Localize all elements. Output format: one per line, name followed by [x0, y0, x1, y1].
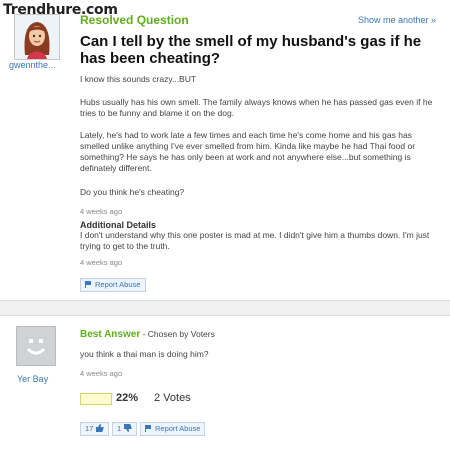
thumbs-up-icon — [96, 424, 105, 432]
report-abuse-label: Report Abuse — [155, 424, 201, 433]
vote-count: 2 Votes — [154, 392, 191, 404]
vote-bar — [80, 393, 112, 405]
thumbs-up-button[interactable]: 17 — [80, 422, 110, 436]
thumbs-down-icon — [124, 424, 132, 432]
question-paragraph: Hubs usually has his own smell. The fami… — [80, 97, 433, 118]
answer-text: you think a thai man is doing him? — [80, 349, 209, 359]
report-abuse-button[interactable]: Report Abuse — [80, 278, 147, 292]
chosen-by-voters: - Chosen by Voters — [140, 329, 215, 339]
asker-avatar-icon — [15, 15, 59, 59]
asker-avatar[interactable] — [14, 14, 60, 60]
additional-details-text: I don't understand why this one poster i… — [80, 230, 430, 251]
question-title: Can I tell by the smell of my husband's … — [80, 33, 422, 67]
additional-details-title: Additional Details — [80, 220, 157, 230]
thumbs-down-count: 1 — [117, 424, 122, 433]
section-divider — [0, 300, 450, 316]
show-me-another-link[interactable]: Show me another » — [358, 15, 436, 25]
additional-details-time: 4 weeks ago — [80, 258, 123, 267]
best-answer-label: Best Answer - Chosen by Voters — [80, 329, 215, 340]
thumbs-up-count: 17 — [85, 424, 94, 433]
report-abuse-button-answer[interactable]: Report Abuse — [140, 422, 206, 436]
report-abuse-label: Report Abuse — [95, 280, 141, 289]
asker-name[interactable]: gwennthe... — [9, 60, 56, 70]
default-avatar-icon — [17, 327, 55, 365]
answerer-avatar[interactable] — [16, 326, 56, 366]
answer-time: 4 weeks ago — [80, 369, 123, 378]
question-paragraph: I know this sounds crazy...BUT — [80, 74, 197, 84]
question-time: 4 weeks ago — [80, 207, 123, 216]
flag-icon — [85, 281, 91, 288]
question-paragraph: Do you think he's cheating? — [80, 187, 185, 197]
resolved-question-label: Resolved Question — [80, 13, 189, 27]
best-answer-title: Best Answer — [80, 329, 141, 340]
answerer-name[interactable]: Yer Bay — [17, 374, 48, 384]
question-section: gwennthe... Resolved Question Show me an… — [0, 0, 450, 300]
thumbs-down-button[interactable]: 1 — [112, 422, 138, 436]
question-paragraph: Lately, he's had to work late a few time… — [80, 130, 416, 173]
vote-percent: 22% — [116, 392, 139, 404]
flag-icon — [145, 425, 151, 432]
